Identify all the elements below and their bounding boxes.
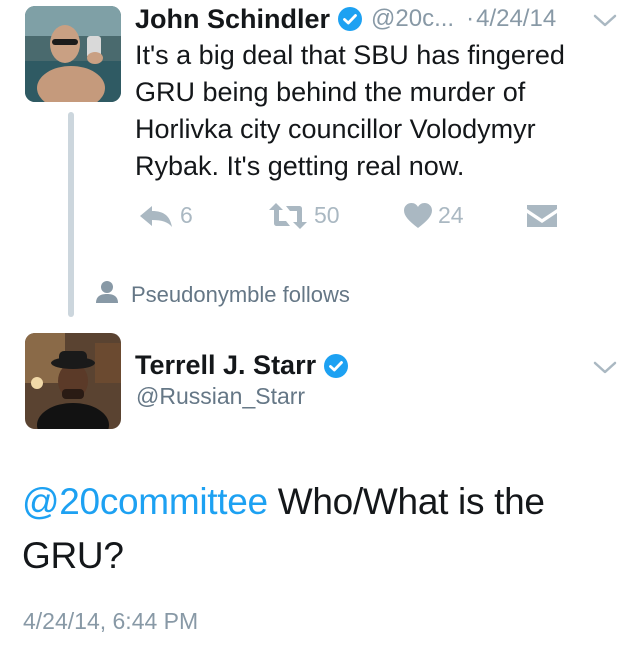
heart-icon xyxy=(404,202,432,229)
tweet-timestamp[interactable]: 4/24/14, 6:44 PM xyxy=(23,608,198,635)
social-context-text[interactable]: Pseudonymble follows xyxy=(131,282,350,308)
social-context: Pseudonymble follows xyxy=(95,280,350,309)
thread-line xyxy=(68,112,74,317)
direct-message-icon xyxy=(527,205,557,227)
author-handle[interactable]: @20c... xyxy=(371,5,454,33)
chevron-down-icon[interactable] xyxy=(592,13,618,29)
avatar-john-schindler[interactable] xyxy=(25,6,121,102)
reply-icon xyxy=(138,204,174,228)
retweet-count: 50 xyxy=(314,202,340,228)
chevron-down-icon[interactable] xyxy=(592,360,618,376)
separator-dot: · xyxy=(466,5,475,32)
author-name[interactable]: Terrell J. Starr xyxy=(135,350,316,381)
tweet1-header: John Schindler @20c... · 4/24/14 xyxy=(135,4,556,34)
reply-button[interactable]: 6 xyxy=(138,202,193,229)
retweet-button[interactable]: 50 xyxy=(268,202,340,229)
tweet1-text: It's a big deal that SBU has fingered GR… xyxy=(135,40,565,181)
person-icon xyxy=(95,280,119,309)
author-name[interactable]: John Schindler xyxy=(135,4,330,35)
direct-message-button[interactable] xyxy=(527,205,557,227)
tweet2-author-row: Terrell J. Starr xyxy=(135,350,349,381)
verified-icon xyxy=(337,6,363,32)
avatar-terrell-starr[interactable] xyxy=(25,333,121,429)
tweet-date[interactable]: 4/24/14 xyxy=(476,5,556,33)
retweet-icon xyxy=(268,202,308,229)
tweet2-text: @20committee Who/What is the GRU? xyxy=(22,475,622,583)
like-button[interactable]: 24 xyxy=(404,202,464,229)
mention-link[interactable]: @20committee xyxy=(22,481,268,522)
verified-icon xyxy=(323,353,349,379)
author-handle[interactable]: @Russian_Starr xyxy=(136,383,305,410)
reply-count: 6 xyxy=(180,202,193,228)
like-count: 24 xyxy=(438,202,464,228)
